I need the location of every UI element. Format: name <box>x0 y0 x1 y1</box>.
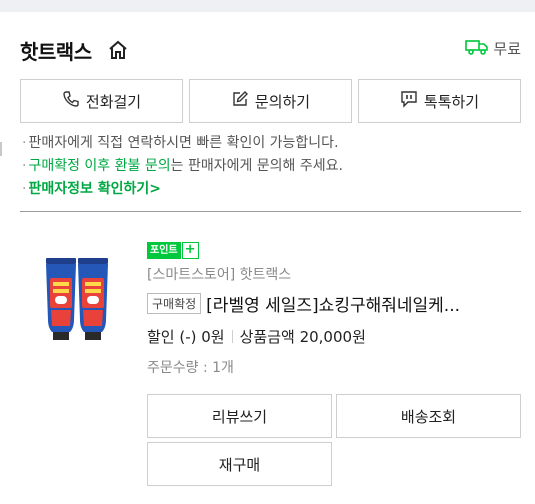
notice-highlight: 구매확정 이후 환불 문의 <box>28 158 171 174</box>
inquiry-button[interactable]: 문의하기 <box>189 79 352 123</box>
phone-icon <box>62 90 80 112</box>
rebuy-button[interactable]: 재구매 <box>147 442 332 486</box>
notice-list: · 판매자에게 직접 연락하시면 빠른 확인이 가능합니다. · 구매확정 이후 환… <box>22 132 522 201</box>
store-name[interactable]: 핫트랙스 <box>20 36 92 65</box>
chevron-right-icon: > <box>149 181 161 197</box>
product-info: 포인트 + [스마트스토어] 핫트랙스 구매확정 [라벨영 세일즈]쇼킹구해줘네… <box>147 238 521 377</box>
top-band <box>0 0 535 12</box>
write-review-button[interactable]: 리뷰쓰기 <box>147 394 332 438</box>
edit-icon <box>231 90 249 112</box>
chat-icon <box>400 90 418 112</box>
notice-text: 는 판매자에게 문의해 주세요. <box>170 158 343 174</box>
amount-text: 상품금액 20,000원 <box>239 327 366 346</box>
home-icon[interactable] <box>108 40 128 60</box>
seller-info-label: 판매자정보 확인하기 <box>28 181 150 197</box>
point-badge-label: 포인트 <box>147 242 181 259</box>
divider <box>20 211 521 212</box>
talk-label: 톡톡하기 <box>423 92 480 111</box>
shipping-label: 무료 <box>493 40 521 58</box>
product-title[interactable]: [라벨영 세일즈]쇼킹구해줘네일케... <box>206 291 460 316</box>
truck-icon <box>465 39 489 59</box>
notice-item: · 구매확정 이후 환불 문의는 판매자에게 문의해 주세요. <box>22 158 343 174</box>
inquiry-label: 문의하기 <box>254 92 311 111</box>
edge-marker <box>0 142 2 156</box>
point-badge: 포인트 + <box>147 242 199 259</box>
notice-item: · 판매자에게 직접 연락하시면 빠른 확인이 가능합니다. <box>22 135 339 151</box>
shipping-info: 무료 <box>465 38 521 59</box>
track-shipping-button[interactable]: 배송조회 <box>336 394 521 438</box>
notice-text: 판매자에게 직접 연락하시면 빠른 확인이 가능합니다. <box>28 135 339 151</box>
contact-buttons: 전화걸기 문의하기 톡톡하기 <box>20 79 521 123</box>
separator <box>231 329 233 343</box>
call-label: 전화걸기 <box>85 92 142 111</box>
purchase-confirmed-badge: 구매확정 <box>147 292 202 314</box>
seller-name: [스마트스토어] 핫트랙스 <box>147 267 292 283</box>
store-header: 핫트랙스 무료 <box>20 34 521 66</box>
price-row: 할인 (-) 0원 상품금액 20,000원 <box>147 325 521 347</box>
seller-info-link[interactable]: · 판매자정보 확인하기> <box>22 178 522 201</box>
call-button[interactable]: 전화걸기 <box>20 79 183 123</box>
talk-button[interactable]: 톡톡하기 <box>358 79 521 123</box>
quantity-text: 주문수량 : 1개 <box>147 360 234 376</box>
product-title-row[interactable]: 구매확정 [라벨영 세일즈]쇼킹구해줘네일케... <box>147 290 521 316</box>
product-image[interactable] <box>44 254 110 342</box>
discount-text: 할인 (-) 0원 <box>147 327 225 346</box>
plus-icon: + <box>181 242 199 259</box>
